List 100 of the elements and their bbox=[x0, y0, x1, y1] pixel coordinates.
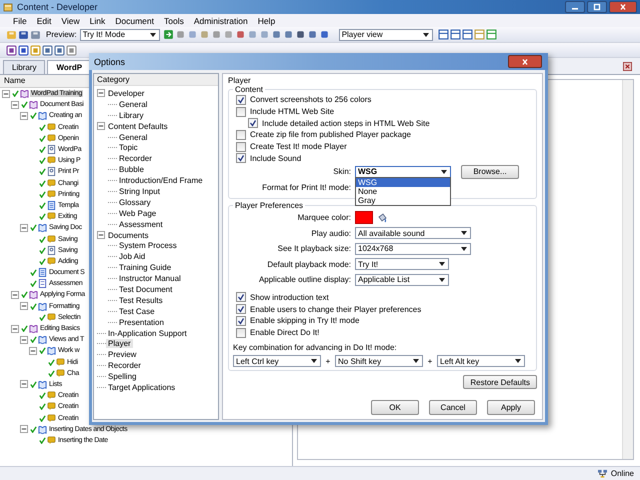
category-item[interactable]: Topic bbox=[117, 143, 140, 152]
close-button[interactable] bbox=[508, 55, 542, 68]
category-item[interactable]: Training Guide bbox=[117, 263, 174, 272]
dropdown[interactable]: Try It! bbox=[355, 258, 449, 270]
caret-icon bbox=[515, 359, 521, 364]
collapse-toggle-icon[interactable] bbox=[11, 100, 19, 109]
menu-item[interactable]: Help bbox=[252, 16, 280, 26]
category-item[interactable]: Content Defaults bbox=[106, 122, 170, 131]
dropdown-option[interactable]: Gray bbox=[356, 196, 450, 205]
checkbox[interactable] bbox=[236, 130, 246, 140]
category-item[interactable]: String Input bbox=[117, 186, 162, 196]
preview-mode-dropdown[interactable]: Try It! Mode bbox=[80, 28, 160, 40]
dropdown[interactable]: Applicable List bbox=[355, 274, 449, 286]
key-dropdown[interactable]: No Shift key bbox=[335, 355, 423, 368]
checkbox[interactable] bbox=[236, 328, 246, 338]
collapse-toggle-icon[interactable] bbox=[20, 112, 28, 120]
dialog-button[interactable]: OK bbox=[371, 400, 419, 416]
category-item[interactable]: Preview bbox=[106, 350, 138, 360]
skin-dropdown[interactable]: WSG bbox=[355, 166, 451, 178]
checkbox[interactable] bbox=[248, 118, 258, 128]
dialog-button[interactable]: Apply bbox=[487, 400, 535, 416]
maximize-button[interactable] bbox=[587, 1, 607, 13]
close-icon[interactable] bbox=[623, 62, 632, 71]
category-item[interactable]: In-Application Support bbox=[106, 328, 189, 338]
collapse-toggle-icon[interactable] bbox=[20, 302, 28, 310]
category-item[interactable]: Library bbox=[117, 110, 146, 120]
collapse-toggle-icon[interactable] bbox=[20, 380, 28, 388]
menu-item[interactable]: View bbox=[56, 16, 85, 26]
category-item[interactable]: Web Page bbox=[117, 208, 158, 218]
collapse-toggle-icon[interactable] bbox=[20, 336, 28, 344]
category-item[interactable]: Developer bbox=[106, 88, 146, 98]
category-item[interactable]: Assessment bbox=[117, 220, 165, 229]
speech-bubble-icon bbox=[47, 312, 56, 322]
caret-icon bbox=[461, 246, 467, 251]
speech-bubble-icon bbox=[47, 134, 56, 143]
menu-item[interactable]: Link bbox=[84, 16, 110, 26]
checkbox[interactable] bbox=[236, 292, 246, 302]
collapse-toggle-icon[interactable] bbox=[97, 231, 105, 240]
speech-bubble-icon bbox=[56, 358, 65, 367]
menu-item[interactable]: Administration bbox=[188, 16, 253, 26]
collapse-toggle-icon[interactable] bbox=[11, 324, 19, 333]
key-dropdown[interactable]: Left Ctrl key bbox=[233, 355, 321, 368]
category-item[interactable]: System Process bbox=[117, 241, 179, 250]
category-item[interactable]: Test Results bbox=[117, 296, 165, 305]
category-item[interactable]: Recorder bbox=[117, 154, 154, 164]
category-item[interactable]: Test Document bbox=[117, 284, 174, 294]
category-item[interactable]: Recorder bbox=[106, 361, 143, 370]
checkbox[interactable] bbox=[236, 94, 246, 105]
key-dropdown[interactable]: Left Alt key bbox=[437, 355, 525, 368]
category-item[interactable]: Glossary bbox=[117, 198, 153, 207]
category-item[interactable]: Target Applications bbox=[106, 382, 178, 392]
close-button[interactable] bbox=[609, 1, 637, 13]
category-item[interactable]: Presentation bbox=[117, 318, 166, 327]
dropdown-option[interactable]: None bbox=[356, 186, 450, 196]
view-mode-dropdown[interactable]: Player view bbox=[338, 28, 433, 40]
checkbox[interactable] bbox=[236, 153, 246, 164]
collapse-toggle-icon[interactable] bbox=[11, 290, 19, 299]
collapse-toggle-icon[interactable] bbox=[97, 89, 105, 98]
menu-item[interactable]: File bbox=[8, 16, 32, 26]
category-item[interactable]: Introduction/End Frame bbox=[117, 176, 205, 186]
checkbox[interactable] bbox=[236, 106, 246, 117]
browse-button[interactable]: Browse... bbox=[461, 164, 519, 179]
split-horizontal-icon[interactable] bbox=[450, 29, 461, 40]
dropdown[interactable]: All available sound bbox=[355, 227, 471, 240]
category-item[interactable]: Job Aid bbox=[117, 252, 148, 262]
category-item[interactable]: Test Case bbox=[117, 306, 157, 316]
speech-bubble-icon bbox=[56, 368, 65, 378]
menu-item[interactable]: Edit bbox=[32, 16, 56, 26]
category-item[interactable]: Player bbox=[106, 339, 133, 348]
category-item[interactable]: Documents bbox=[106, 230, 150, 240]
checkbox[interactable] bbox=[236, 142, 246, 152]
field-label: Applicable outline display: bbox=[258, 275, 351, 284]
collapse-toggle-icon[interactable] bbox=[20, 224, 28, 232]
category-item[interactable]: Spelling bbox=[106, 372, 138, 382]
menu-item[interactable]: Document bbox=[110, 16, 159, 26]
layout-icon[interactable] bbox=[438, 29, 449, 40]
document-tab[interactable]: Library bbox=[3, 60, 46, 74]
paint-bucket-icon[interactable] bbox=[377, 212, 387, 223]
option-label: Include Sound bbox=[250, 154, 302, 163]
collapse-toggle-icon[interactable] bbox=[2, 90, 10, 98]
collapse-toggle-icon[interactable] bbox=[29, 346, 37, 355]
checkbox[interactable] bbox=[236, 316, 246, 326]
category-item[interactable]: General bbox=[117, 132, 150, 142]
category-item[interactable]: Bubble bbox=[117, 165, 146, 174]
scrollbar[interactable] bbox=[622, 80, 633, 459]
dialog-button[interactable]: Cancel bbox=[429, 400, 477, 416]
category-item[interactable]: Instructor Manual bbox=[117, 274, 183, 284]
collapse-toggle-icon[interactable] bbox=[20, 425, 28, 434]
menu-item[interactable]: Tools bbox=[158, 16, 189, 26]
go-arrow-icon[interactable] bbox=[162, 29, 174, 40]
restore-defaults-button[interactable]: Restore Defaults bbox=[463, 375, 537, 390]
color-swatch[interactable] bbox=[355, 211, 373, 224]
column-header: Category bbox=[94, 74, 218, 86]
collapse-toggle-icon[interactable] bbox=[97, 122, 105, 130]
minimize-button[interactable] bbox=[565, 1, 585, 13]
category-item[interactable]: General bbox=[117, 100, 150, 109]
dropdown-option[interactable]: WSG bbox=[356, 178, 450, 187]
document-tab[interactable]: WordP bbox=[47, 60, 92, 74]
checkbox[interactable] bbox=[236, 304, 246, 314]
dropdown[interactable]: 1024x768 bbox=[355, 242, 471, 255]
